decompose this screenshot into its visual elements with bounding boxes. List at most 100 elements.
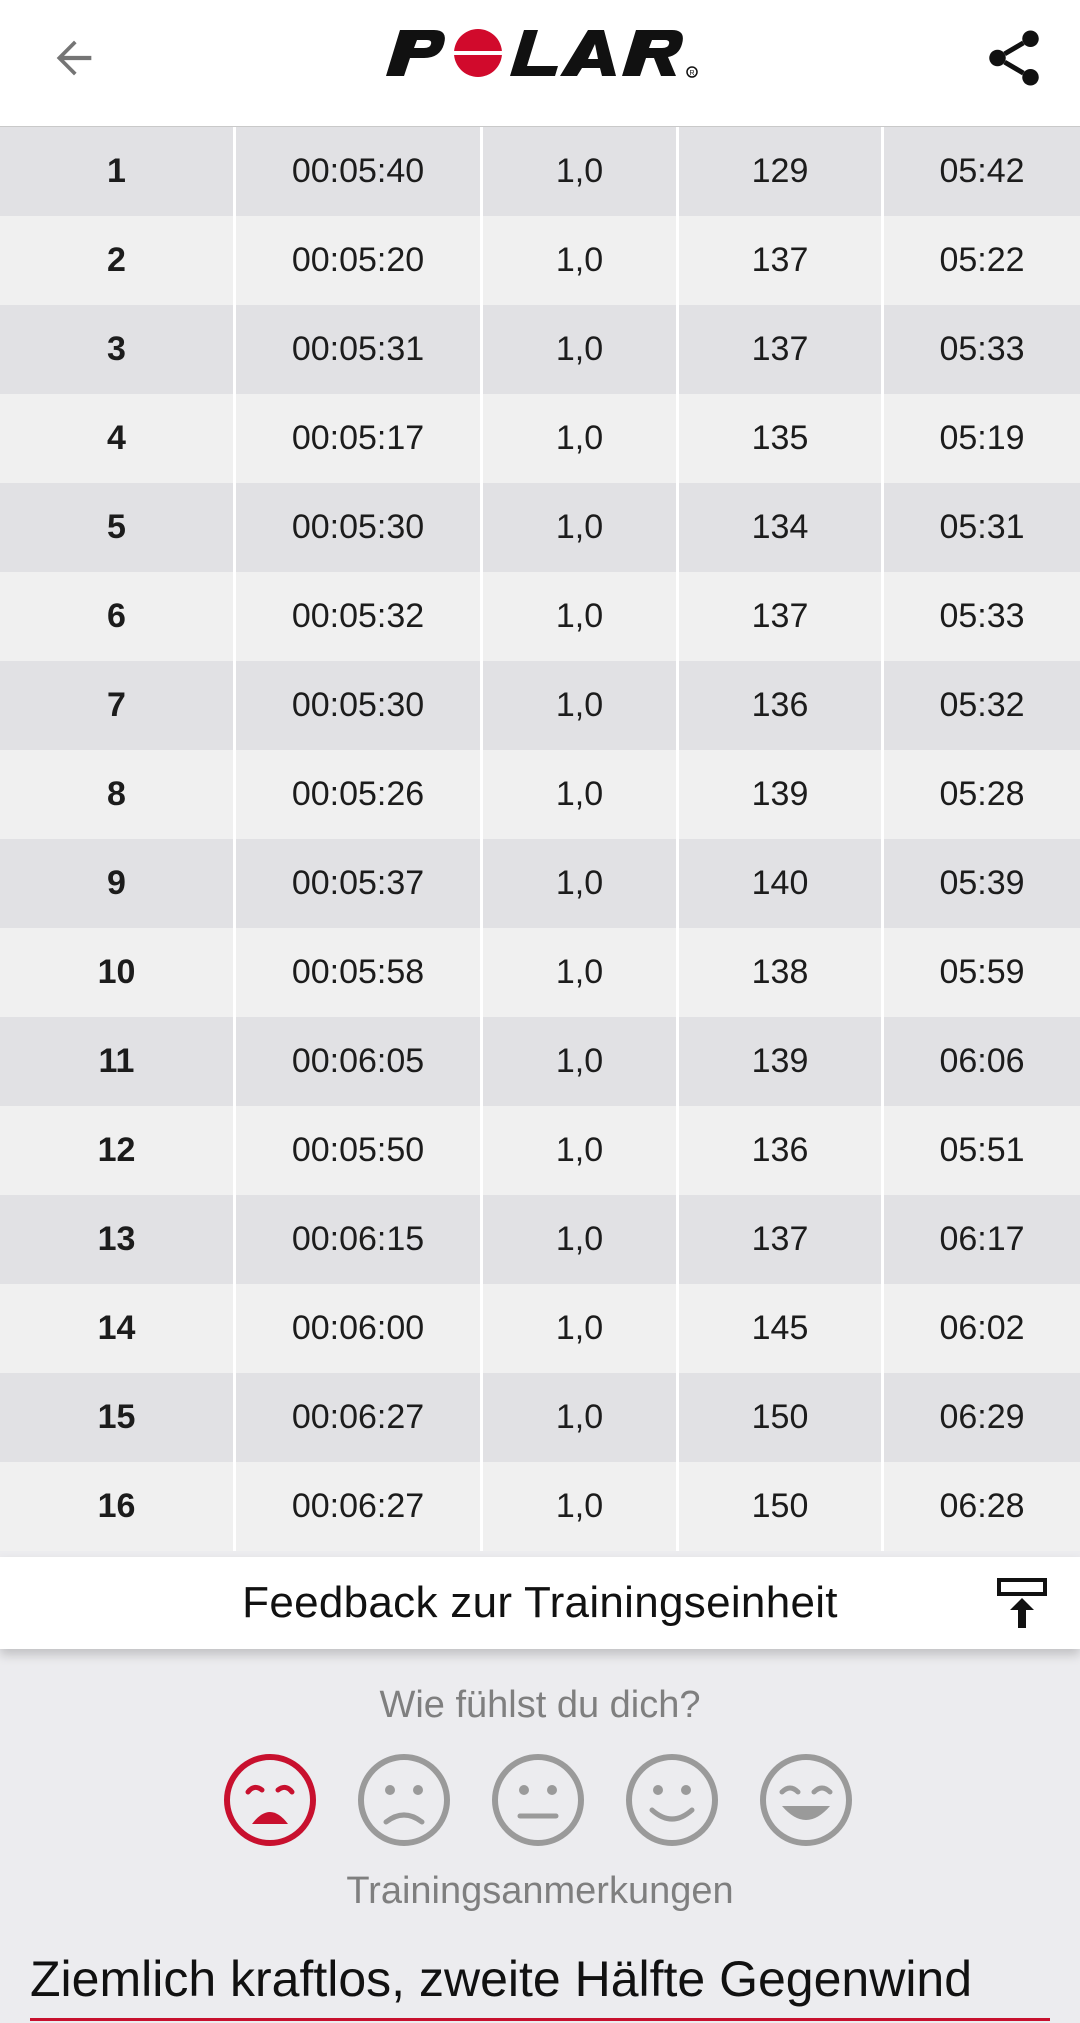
share-icon [989, 30, 1039, 86]
lap-duration: 00:05:58 [236, 928, 483, 1017]
notes-input[interactable]: Ziemlich kraftlos, zweite Hälfte Gegenwi… [30, 1950, 1060, 2008]
lap-pace: 06:29 [939, 1398, 1025, 1436]
lap-pace: 05:31 [939, 508, 1025, 546]
share-button[interactable] [974, 18, 1054, 98]
collapse-button[interactable] [992, 1573, 1052, 1633]
lap-pace: 05:33 [939, 597, 1025, 635]
table-row: 16 00:06:27 1,0 150 06:28 [0, 1462, 1080, 1551]
lap-heart-rate: 136 [679, 661, 884, 750]
app-root: R 1 00:05:40 1,0 129 05:42 2 00:05:20 1,0 137 05:… [0, 0, 1080, 2023]
lap-heart-rate: 137 [679, 1195, 884, 1284]
lap-number: 16 [0, 1462, 236, 1551]
lap-duration: 00:05:17 [236, 394, 483, 483]
lap-distance: 1,0 [483, 1462, 679, 1551]
lap-pace: 06:28 [939, 1487, 1025, 1525]
lap-heart-rate: 145 [679, 1284, 884, 1373]
svg-text:R: R [689, 70, 694, 77]
table-row: 8 00:05:26 1,0 139 05:28 [0, 750, 1080, 839]
very-good-face-icon[interactable] [758, 1752, 854, 1848]
lap-distance: 1,0 [483, 305, 679, 394]
lap-number: 10 [0, 928, 236, 1017]
lap-duration: 00:05:50 [236, 1106, 483, 1195]
back-button[interactable] [38, 22, 110, 94]
lap-duration: 00:05:37 [236, 839, 483, 928]
lap-pace: 05:28 [939, 775, 1025, 813]
lap-heart-rate: 137 [679, 572, 884, 661]
table-row: 9 00:05:37 1,0 140 05:39 [0, 839, 1080, 928]
top-app-bar: R [0, 0, 1080, 127]
lap-pace: 06:06 [939, 1042, 1025, 1080]
table-row: 6 00:05:32 1,0 137 05:33 [0, 572, 1080, 661]
table-row: 7 00:05:30 1,0 136 05:32 [0, 661, 1080, 750]
very-bad-face-icon[interactable] [222, 1752, 318, 1848]
lap-duration: 00:05:26 [236, 750, 483, 839]
lap-pace: 05:22 [939, 241, 1025, 279]
lap-distance: 1,0 [483, 127, 679, 216]
lap-number: 8 [0, 750, 236, 839]
lap-number: 14 [0, 1284, 236, 1373]
lap-heart-rate: 136 [679, 1106, 884, 1195]
lap-duration: 00:06:05 [236, 1017, 483, 1106]
notes-input-underline [30, 2018, 1050, 2021]
lap-duration: 00:06:27 [236, 1373, 483, 1462]
lap-distance: 1,0 [483, 394, 679, 483]
lap-distance: 1,0 [483, 928, 679, 1017]
table-row: 2 00:05:20 1,0 137 05:22 [0, 216, 1080, 305]
lap-distance: 1,0 [483, 483, 679, 572]
lap-pace: 05:39 [939, 864, 1025, 902]
lap-heart-rate: 137 [679, 305, 884, 394]
table-row: 13 00:06:15 1,0 137 06:17 [0, 1195, 1080, 1284]
lap-number: 2 [0, 216, 236, 305]
table-row: 11 00:06:05 1,0 139 06:06 [0, 1017, 1080, 1106]
lap-duration: 00:05:32 [236, 572, 483, 661]
lap-number: 9 [0, 839, 236, 928]
lap-heart-rate: 139 [679, 1017, 884, 1106]
laps-table: 1 00:05:40 1,0 129 05:42 2 00:05:20 1,0 137 05:22… [0, 127, 1080, 1551]
table-row: 3 00:05:31 1,0 137 05:33 [0, 305, 1080, 394]
good-face-icon[interactable] [624, 1752, 720, 1848]
lap-pace: 05:19 [939, 419, 1025, 457]
lap-duration: 00:05:31 [236, 305, 483, 394]
lap-number: 1 [0, 127, 236, 216]
lap-number: 4 [0, 394, 236, 483]
feeling-selector [222, 1752, 862, 1848]
lap-number: 3 [0, 305, 236, 394]
lap-heart-rate: 140 [679, 839, 884, 928]
lap-number: 11 [0, 1017, 236, 1106]
polar-logo: R [386, 29, 698, 78]
table-row: 4 00:05:17 1,0 135 05:19 [0, 394, 1080, 483]
table-row: 14 00:06:00 1,0 145 06:02 [0, 1284, 1080, 1373]
lap-distance: 1,0 [483, 661, 679, 750]
lap-heart-rate: 139 [679, 750, 884, 839]
feedback-title: Feedback zur Trainingseinheit [242, 1578, 838, 1627]
lap-number: 12 [0, 1106, 236, 1195]
table-row: 10 00:05:58 1,0 138 05:59 [0, 928, 1080, 1017]
lap-pace: 05:51 [939, 1131, 1025, 1169]
feedback-section-header: Feedback zur Trainingseinheit [0, 1557, 1080, 1649]
lap-distance: 1,0 [483, 572, 679, 661]
lap-distance: 1,0 [483, 1106, 679, 1195]
arrow-left-icon [56, 40, 92, 76]
lap-duration: 00:05:20 [236, 216, 483, 305]
lap-pace: 06:17 [939, 1220, 1025, 1258]
lap-duration: 00:05:30 [236, 661, 483, 750]
lap-distance: 1,0 [483, 1017, 679, 1106]
lap-duration: 00:05:40 [236, 127, 483, 216]
neutral-face-icon[interactable] [490, 1752, 586, 1848]
lap-distance: 1,0 [483, 1284, 679, 1373]
lap-distance: 1,0 [483, 839, 679, 928]
table-row: 15 00:06:27 1,0 150 06:29 [0, 1373, 1080, 1462]
bad-face-icon[interactable] [356, 1752, 452, 1848]
lap-pace: 06:02 [939, 1309, 1025, 1347]
lap-distance: 1,0 [483, 1373, 679, 1462]
lap-heart-rate: 138 [679, 928, 884, 1017]
lap-duration: 00:05:30 [236, 483, 483, 572]
lap-heart-rate: 134 [679, 483, 884, 572]
lap-pace: 05:33 [939, 330, 1025, 368]
lap-heart-rate: 129 [679, 127, 884, 216]
lap-number: 15 [0, 1373, 236, 1462]
lap-pace: 05:59 [939, 953, 1025, 991]
lap-number: 7 [0, 661, 236, 750]
lap-duration: 00:06:00 [236, 1284, 483, 1373]
lap-duration: 00:06:15 [236, 1195, 483, 1284]
